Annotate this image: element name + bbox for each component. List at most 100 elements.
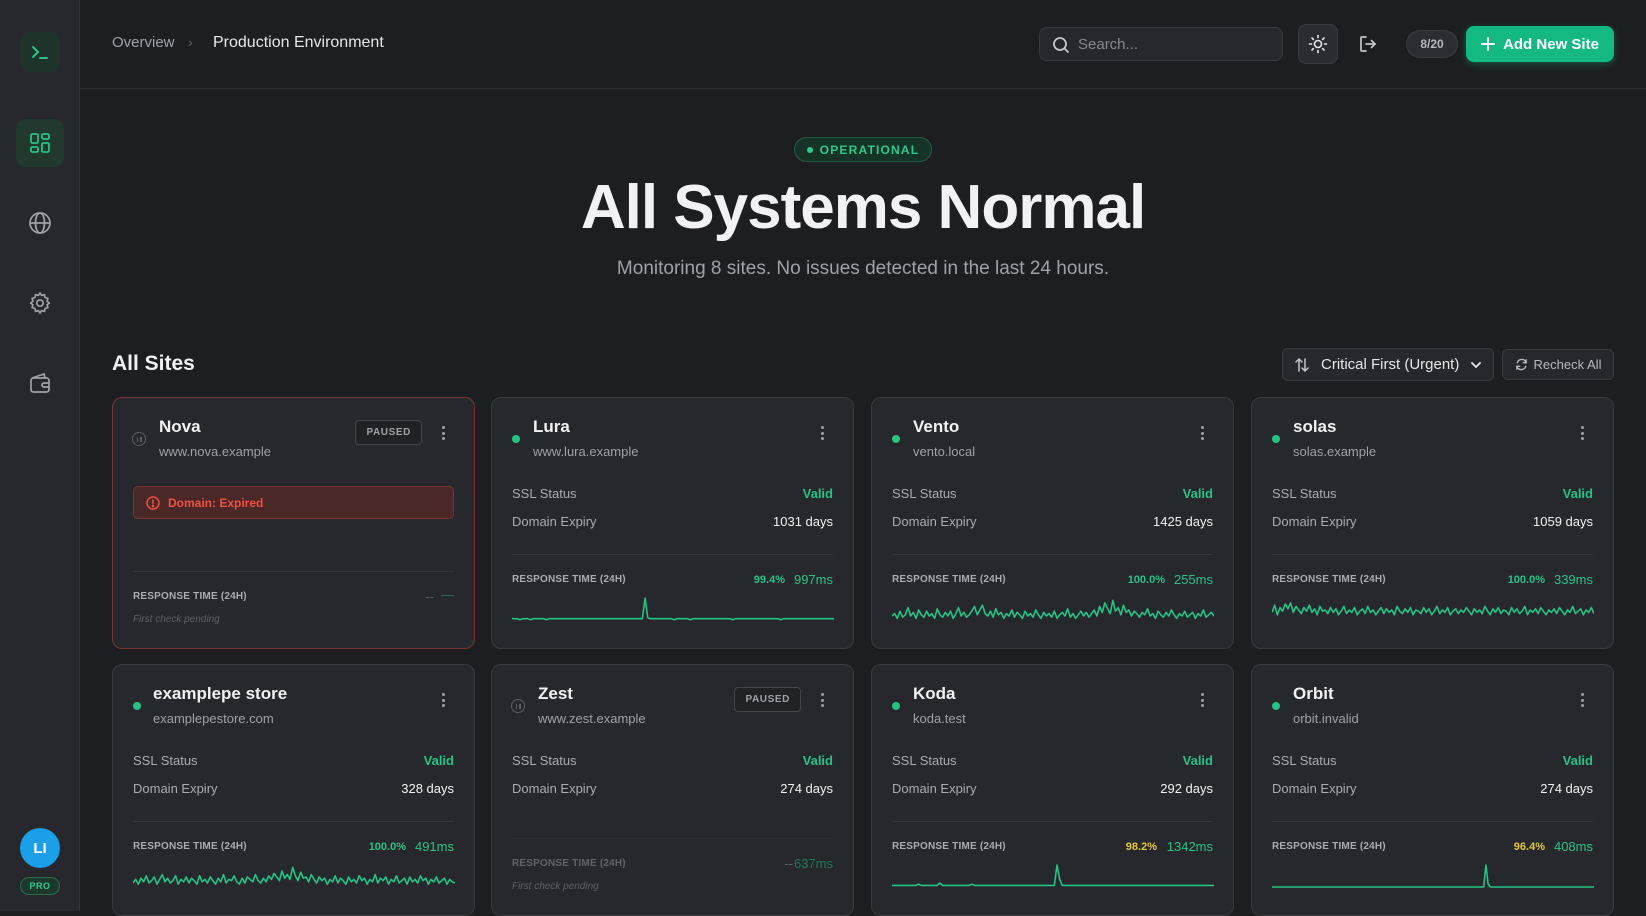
recheck-all-button[interactable]: Recheck All	[1502, 349, 1614, 380]
ssl-status-value: Valid	[423, 753, 454, 768]
top-bar: Overview › Production Environment 8/20 A…	[80, 0, 1646, 89]
divider	[133, 821, 454, 822]
more-options-icon[interactable]	[1575, 424, 1589, 442]
uptime-value: 96.4%	[1513, 841, 1545, 853]
site-url[interactable]: www.lura.example	[533, 444, 639, 459]
domain-expiry-label: Domain Expiry	[133, 781, 218, 796]
site-card[interactable]: Nova www.nova.example PAUSED Domain: Expire…	[112, 397, 475, 649]
status-label: OPERATIONAL	[819, 142, 920, 157]
uptime-value: --	[784, 856, 793, 871]
recheck-all-label: Recheck All	[1533, 357, 1602, 372]
site-card[interactable]: Koda koda.test SSL Status Valid Domain Expir…	[871, 664, 1234, 916]
search-box[interactable]	[1039, 27, 1283, 61]
ssl-status-label: SSL Status	[1272, 753, 1337, 768]
site-url[interactable]: examplepestore.com	[153, 711, 274, 726]
domain-expiry-label: Domain Expiry	[512, 781, 597, 796]
status-dot	[892, 702, 900, 710]
more-options-icon[interactable]	[815, 424, 829, 442]
site-count-badge: 8/20	[1406, 30, 1458, 58]
status-dot	[512, 435, 520, 443]
site-card[interactable]: Vento vento.local SSL Status Valid Domain Ex…	[871, 397, 1234, 649]
uptime-value: 100.0%	[1507, 574, 1545, 586]
site-url[interactable]: www.zest.example	[538, 711, 646, 726]
breadcrumb-overview[interactable]: Overview	[112, 34, 175, 51]
site-url[interactable]: koda.test	[913, 711, 966, 726]
sun-icon	[1308, 34, 1328, 54]
avatar[interactable]: LI	[20, 828, 60, 868]
terminal-icon[interactable]	[20, 32, 60, 72]
domain-alert-label: Domain: Expired	[168, 495, 264, 510]
domain-expiry-label: Domain Expiry	[1272, 781, 1357, 796]
wallet-icon[interactable]	[16, 359, 64, 407]
site-name[interactable]: Vento	[913, 417, 959, 437]
chevron-down-icon	[1471, 362, 1481, 369]
paused-icon	[132, 432, 146, 446]
domain-expiry-label: Domain Expiry	[1272, 514, 1357, 529]
site-card[interactable]: solas solas.example SSL Status Valid Domain …	[1251, 397, 1614, 649]
domain-expiry-value: 328 days	[401, 781, 454, 796]
ssl-status-value: Valid	[1562, 486, 1593, 501]
divider	[892, 821, 1213, 822]
site-name[interactable]: Orbit	[1293, 684, 1334, 704]
site-card[interactable]: Zest www.zest.example PAUSED SSL Status Vali…	[491, 664, 854, 916]
domain-expiry-value: 274 days	[1540, 781, 1593, 796]
site-name[interactable]: Zest	[538, 684, 573, 704]
site-name[interactable]: examplepe store	[153, 684, 287, 704]
sort-select[interactable]: Critical First (Urgent)	[1282, 348, 1494, 381]
site-name[interactable]: Lura	[533, 417, 570, 437]
response-sparkline	[133, 866, 455, 886]
more-options-icon[interactable]	[1195, 424, 1209, 442]
response-time-label: RESPONSE TIME (24H)	[1272, 574, 1386, 585]
sort-icon	[1295, 357, 1309, 372]
uptime-value: --	[425, 589, 434, 604]
site-name[interactable]: Koda	[913, 684, 956, 704]
more-options-icon[interactable]	[436, 424, 450, 442]
ssl-status-label: SSL Status	[133, 753, 198, 768]
site-card[interactable]: examplepe store examplepestore.com SSL Sta…	[112, 664, 475, 916]
domain-expiry-label: Domain Expiry	[892, 781, 977, 796]
more-options-icon[interactable]	[436, 691, 450, 709]
site-card[interactable]: Orbit orbit.invalid SSL Status Valid Domain …	[1251, 664, 1614, 916]
uptime-value: 100.0%	[1127, 574, 1165, 586]
divider	[892, 554, 1213, 555]
response-time-label: RESPONSE TIME (24H)	[892, 841, 1006, 852]
site-card[interactable]: Lura www.lura.example SSL Status Valid Domai…	[491, 397, 854, 649]
domain-expiry-value: 274 days	[780, 781, 833, 796]
response-sparkline	[892, 599, 1214, 620]
logout-button[interactable]	[1350, 26, 1386, 62]
site-url[interactable]: orbit.invalid	[1293, 711, 1359, 726]
response-time-label: RESPONSE TIME (24H)	[512, 858, 626, 869]
domain-expiry-value: 1059 days	[1533, 514, 1593, 529]
ssl-status-value: Valid	[1562, 753, 1593, 768]
section-title: All Sites	[112, 352, 195, 375]
response-time-value: 637ms	[793, 856, 833, 871]
ssl-status-label: SSL Status	[892, 486, 957, 501]
uptime-value: 99.4%	[753, 574, 785, 586]
alert-circle-icon	[146, 495, 160, 510]
ssl-status-value: Valid	[1182, 486, 1213, 501]
dashboard-icon[interactable]	[16, 119, 64, 167]
response-time-value: 1342ms	[1166, 839, 1213, 854]
ssl-status-label: SSL Status	[1272, 486, 1337, 501]
add-new-site-button[interactable]: Add New Site	[1466, 26, 1614, 62]
more-options-icon[interactable]	[815, 691, 829, 709]
pending-note: First check pending	[133, 614, 220, 625]
theme-toggle-button[interactable]	[1298, 24, 1338, 64]
response-time-label: RESPONSE TIME (24H)	[133, 591, 247, 602]
site-url[interactable]: vento.local	[913, 444, 975, 459]
status-dot	[892, 435, 900, 443]
response-sparkline	[892, 864, 1214, 887]
site-name[interactable]: Nova	[159, 417, 201, 437]
site-name[interactable]: solas	[1293, 417, 1336, 437]
more-options-icon[interactable]	[1195, 691, 1209, 709]
site-url[interactable]: solas.example	[1293, 444, 1376, 459]
pending-note: First check pending	[512, 881, 599, 892]
search-input[interactable]	[1078, 28, 1273, 60]
more-options-icon[interactable]	[1575, 691, 1589, 709]
search-icon	[1053, 37, 1069, 53]
gear-icon[interactable]	[16, 279, 64, 327]
site-url[interactable]: www.nova.example	[159, 444, 271, 459]
plus-icon	[1481, 37, 1496, 51]
domain-expiry-label: Domain Expiry	[512, 514, 597, 529]
response-sparkline	[1272, 602, 1594, 616]
